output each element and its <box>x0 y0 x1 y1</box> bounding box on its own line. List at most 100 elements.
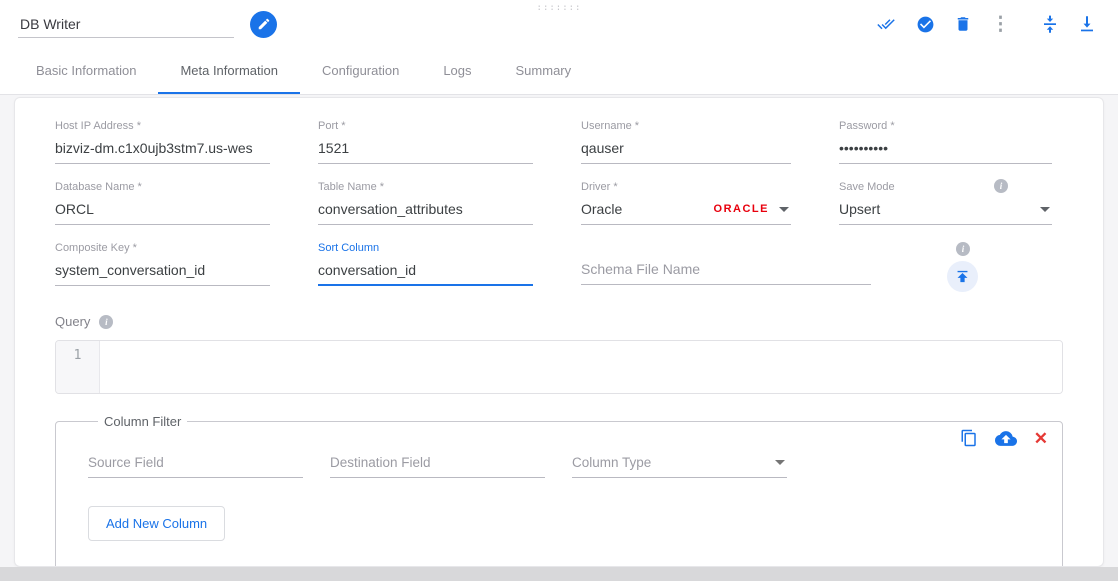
column-filter-group: Column Filter ✕ <box>55 414 1063 567</box>
destination-field <box>330 451 545 478</box>
column-filter-legend: Column Filter <box>98 414 187 429</box>
table-name-input[interactable] <box>318 197 533 225</box>
copy-icon <box>960 429 978 447</box>
header-toolbar: ⋮ <box>875 15 1096 34</box>
more-vert-icon: ⋮ <box>991 15 1010 34</box>
query-editor-input[interactable] <box>100 341 1062 393</box>
column-filter-toolbar: ✕ <box>960 429 1048 447</box>
align-center-button[interactable] <box>1041 15 1059 33</box>
port-input[interactable] <box>318 136 533 164</box>
composite-key-label: Composite Key * <box>55 242 270 254</box>
schema-file-field <box>581 242 871 292</box>
form-row-2: Database Name * Table Name * Driver * Or… <box>55 181 1063 225</box>
query-label: Query <box>55 314 90 329</box>
tab-label: Basic Information <box>36 63 136 78</box>
validate-button[interactable] <box>875 15 897 33</box>
form-row-1: Host IP Address * Port * Username * Pass… <box>55 120 1063 164</box>
driver-select[interactable]: Oracle ORACLE <box>581 197 791 225</box>
query-editor: 1 <box>55 340 1063 394</box>
tab-meta-information[interactable]: Meta Information <box>158 48 300 94</box>
task-name-input[interactable] <box>18 11 234 38</box>
delete-button[interactable] <box>954 15 972 33</box>
save-mode-field: i Save Mode Upsert <box>839 181 1052 225</box>
schema-file-input[interactable] <box>581 257 871 285</box>
info-icon[interactable]: i <box>99 315 113 329</box>
chevron-down-icon <box>775 460 785 465</box>
save-mode-label: Save Mode <box>839 181 1052 193</box>
more-options-button[interactable]: ⋮ <box>991 15 1010 34</box>
tab-basic-information[interactable]: Basic Information <box>14 48 158 94</box>
password-field: Password * <box>839 120 1052 164</box>
port-field: Port * <box>318 120 533 164</box>
copy-columns-button[interactable] <box>960 429 978 447</box>
cloud-upload-icon <box>995 430 1017 447</box>
username-field: Username * <box>581 120 791 164</box>
tab-label: Logs <box>443 63 471 78</box>
window-bottom-strip <box>0 567 1118 581</box>
source-field-input[interactable] <box>88 451 303 478</box>
destination-field-input[interactable] <box>330 451 545 478</box>
remove-column-filter-button[interactable]: ✕ <box>1034 430 1048 447</box>
composite-key-input[interactable] <box>55 258 270 286</box>
sort-column-input[interactable] <box>318 258 533 286</box>
close-icon: ✕ <box>1034 430 1048 447</box>
tab-summary[interactable]: Summary <box>494 48 594 94</box>
save-mode-value: Upsert <box>839 201 880 217</box>
tab-logs[interactable]: Logs <box>421 48 493 94</box>
trash-icon <box>954 15 972 33</box>
header-bar: ::::::: ⋮ <box>0 0 1118 48</box>
drag-handle-icon[interactable]: ::::::: <box>537 3 582 13</box>
database-name-field: Database Name * <box>55 181 270 225</box>
form-row-3: Composite Key * Sort Column i <box>55 242 1063 292</box>
database-name-input[interactable] <box>55 197 270 225</box>
host-ip-input[interactable] <box>55 136 270 164</box>
column-type-select[interactable]: Column Type <box>572 451 787 478</box>
chevron-down-icon <box>1040 207 1050 212</box>
vertical-align-center-icon <box>1041 15 1059 33</box>
edit-button[interactable] <box>250 11 277 38</box>
host-ip-field: Host IP Address * <box>55 120 270 164</box>
schema-upload-cell: i <box>919 242 1063 292</box>
host-ip-label: Host IP Address * <box>55 120 270 132</box>
tab-label: Summary <box>516 63 572 78</box>
meta-information-panel: Host IP Address * Port * Username * Pass… <box>14 97 1104 567</box>
check-circle-icon <box>916 15 935 34</box>
column-type-placeholder: Column Type <box>572 455 651 470</box>
driver-field: Driver * Oracle ORACLE <box>581 181 791 225</box>
column-type-field: Column Type <box>572 451 787 478</box>
main-area: Host IP Address * Port * Username * Pass… <box>0 95 1118 567</box>
align-bottom-button[interactable] <box>1078 15 1096 33</box>
double-check-icon <box>875 15 897 33</box>
database-name-label: Database Name * <box>55 181 270 193</box>
info-icon[interactable]: i <box>994 179 1008 193</box>
composite-key-field: Composite Key * <box>55 242 270 292</box>
chevron-down-icon <box>779 207 789 212</box>
table-name-field: Table Name * <box>318 181 533 225</box>
tab-bar: Basic Information Meta Information Confi… <box>0 48 1118 95</box>
password-label: Password * <box>839 120 1052 132</box>
tab-configuration[interactable]: Configuration <box>300 48 421 94</box>
tab-label: Meta Information <box>180 63 278 78</box>
username-label: Username * <box>581 120 791 132</box>
column-filter-row: Column Type <box>88 451 1030 478</box>
driver-value: Oracle <box>581 201 622 217</box>
query-label-row: Query i <box>55 314 1063 329</box>
upload-schema-button[interactable] <box>947 261 978 292</box>
sort-column-field: Sort Column <box>318 242 533 292</box>
port-label: Port * <box>318 120 533 132</box>
upload-columns-button[interactable] <box>995 430 1017 447</box>
driver-label: Driver * <box>581 181 791 193</box>
add-new-column-button[interactable]: Add New Column <box>88 506 225 541</box>
sort-column-label: Sort Column <box>318 242 533 254</box>
save-mode-select[interactable]: Upsert <box>839 197 1052 225</box>
source-field <box>88 451 303 478</box>
username-input[interactable] <box>581 136 791 164</box>
vertical-align-bottom-icon <box>1078 15 1096 33</box>
pencil-icon <box>257 17 271 31</box>
info-icon[interactable]: i <box>956 242 970 256</box>
table-name-label: Table Name * <box>318 181 533 193</box>
password-input[interactable] <box>839 136 1052 164</box>
save-button[interactable] <box>916 15 935 34</box>
upload-icon <box>954 268 971 285</box>
line-number-gutter: 1 <box>56 341 100 393</box>
